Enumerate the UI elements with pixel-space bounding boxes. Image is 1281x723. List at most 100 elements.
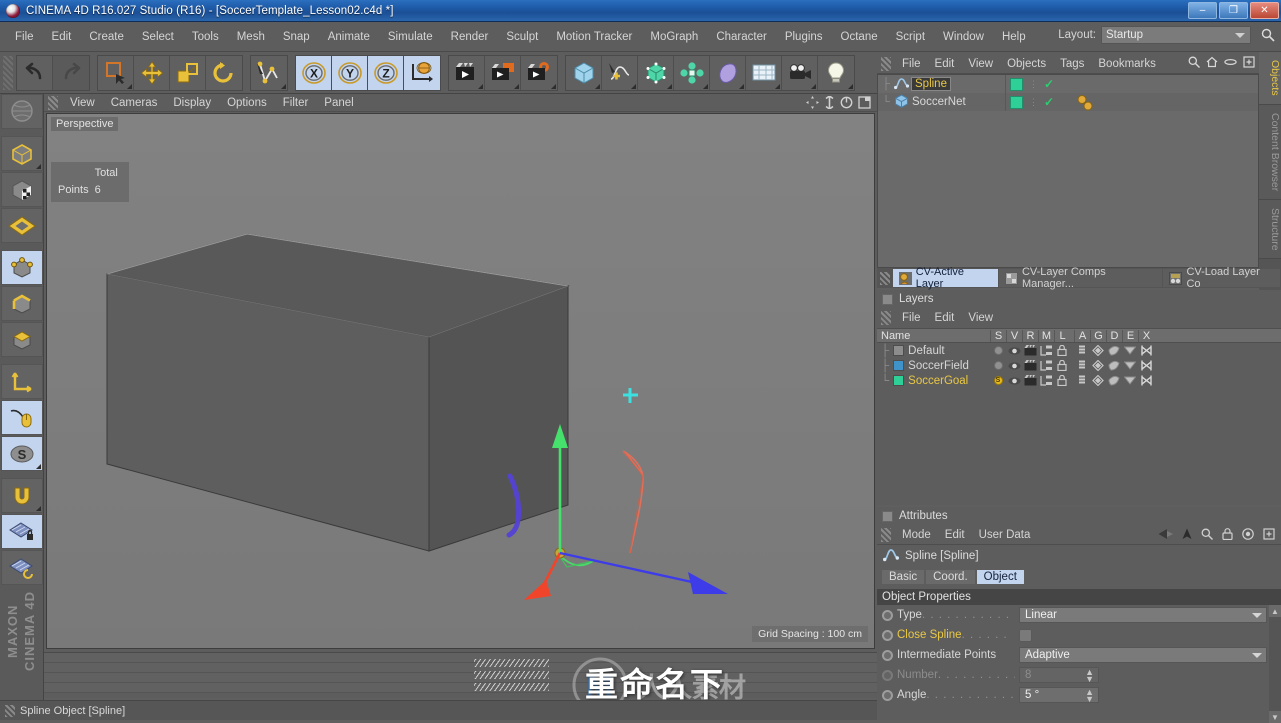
vtab-structure[interactable]: Structure (1259, 199, 1281, 260)
layer-lock-toggle[interactable] (1054, 360, 1070, 371)
target-icon[interactable] (1242, 528, 1254, 543)
attr-menu-edit[interactable]: Edit (938, 527, 972, 543)
search-icon[interactable] (1201, 528, 1213, 543)
new-window-icon[interactable] (1243, 56, 1255, 71)
texture-mode-icon[interactable] (1, 172, 43, 207)
forward-arrow-icon[interactable] (1182, 528, 1192, 543)
layer-visible-toggle[interactable] (1006, 361, 1022, 371)
layers-menu-view[interactable]: View (961, 310, 1000, 326)
menu-mesh[interactable]: Mesh (228, 27, 274, 47)
timeline-track[interactable] (44, 673, 877, 683)
tab-cv-layer-comps-manager[interactable]: CV-Layer Comps Manager... (998, 266, 1163, 290)
light-icon[interactable] (818, 55, 854, 90)
tool-options-corner-icon[interactable] (595, 83, 600, 89)
layer-animation-toggle[interactable] (1074, 360, 1090, 371)
objmgr-menu-file[interactable]: File (895, 56, 928, 72)
viewport-menu-options[interactable]: Options (219, 95, 275, 111)
menu-motion-tracker[interactable]: Motion Tracker (547, 27, 641, 47)
objmgr-menu-bookmarks[interactable]: Bookmarks (1091, 56, 1163, 72)
layer-render-toggle[interactable] (1022, 360, 1038, 371)
objmgr-menu-tags[interactable]: Tags (1053, 56, 1091, 72)
timeline-track[interactable] (44, 663, 877, 673)
scroll-down-icon[interactable]: ▼ (1269, 711, 1281, 723)
attr-tab-coord[interactable]: Coord. (926, 569, 975, 584)
menu-help[interactable]: Help (993, 27, 1035, 47)
render-to-picture-viewer-icon[interactable] (485, 55, 521, 90)
col-s[interactable]: S (990, 329, 1006, 342)
timeline-track[interactable] (44, 653, 877, 663)
tool-options-corner-icon[interactable] (478, 83, 483, 89)
tool-options-corner-icon[interactable] (631, 83, 636, 89)
layer-row-soccergoal[interactable]: └ SoccerGoal S (877, 373, 1281, 388)
layer-xpresso-toggle[interactable] (1138, 360, 1154, 371)
soft-selection-icon[interactable]: S (1, 436, 43, 471)
col-v[interactable]: V (1006, 329, 1022, 342)
tool-options-corner-icon[interactable] (811, 83, 816, 89)
layer-manager-toggle[interactable] (1038, 375, 1054, 386)
enabled-check-icon[interactable]: ✓ (1044, 77, 1054, 91)
edges-mode-icon[interactable] (1, 286, 43, 321)
viewport-menu-cameras[interactable]: Cameras (103, 95, 166, 111)
tool-options-corner-icon[interactable] (775, 83, 780, 89)
layer-lock-toggle[interactable] (1054, 345, 1070, 356)
menu-create[interactable]: Create (80, 27, 133, 47)
menu-octane[interactable]: Octane (832, 27, 887, 47)
tab-cv-load-layer[interactable]: CV-Load Layer Co (1163, 266, 1280, 290)
layer-deformer-toggle[interactable] (1106, 360, 1122, 371)
menu-tools[interactable]: Tools (183, 27, 228, 47)
col-e[interactable]: E (1122, 329, 1138, 342)
layer-render-toggle[interactable] (1022, 345, 1038, 356)
y-axis-icon[interactable]: Y (332, 55, 368, 90)
angle-field[interactable]: 5 ° ▲ ▼ (1019, 687, 1099, 704)
viewport-menu-filter[interactable]: Filter (275, 95, 317, 111)
menu-plugins[interactable]: Plugins (776, 27, 832, 47)
menu-file[interactable]: File (6, 27, 43, 47)
world-coordinate-icon[interactable] (404, 55, 440, 90)
rotate-icon[interactable] (206, 55, 242, 90)
layer-color-swatch[interactable] (893, 345, 905, 356)
close-spline-checkbox[interactable] (1019, 628, 1032, 642)
layer-color-swatch[interactable] (893, 375, 905, 386)
layer-row-soccerfield[interactable]: ├ SoccerField (877, 358, 1281, 373)
tool-options-corner-icon[interactable] (127, 83, 132, 89)
layer-generator-toggle[interactable] (1090, 345, 1106, 356)
layout-dropdown[interactable]: Startup (1101, 26, 1251, 44)
layer-solo-toggle[interactable] (990, 346, 1006, 355)
col-x[interactable]: X (1138, 329, 1154, 342)
layer-animation-toggle[interactable] (1074, 375, 1090, 386)
lock-icon[interactable] (1222, 528, 1233, 543)
layer-visible-toggle[interactable] (1006, 346, 1022, 356)
menu-character[interactable]: Character (707, 27, 776, 47)
col-r[interactable]: R (1022, 329, 1038, 342)
attr-menu-user-data[interactable]: User Data (972, 527, 1038, 543)
layer-generator-toggle[interactable] (1090, 360, 1106, 371)
status-bar-grip[interactable] (5, 704, 15, 717)
dock-tabbar-grip[interactable] (880, 271, 890, 285)
vtab-content-browser[interactable]: Content Browser (1259, 104, 1281, 200)
layer-xpresso-toggle[interactable] (1138, 375, 1154, 386)
model-mode-icon[interactable] (1, 136, 43, 171)
layer-generator-toggle[interactable] (1090, 375, 1106, 386)
timeline-handle[interactable] (474, 671, 549, 679)
move-icon[interactable] (134, 55, 170, 90)
object-manager-tree[interactable]: ├ Spline ⋮ ✓ └ SoccerNet ⋮ ✓ (877, 74, 1259, 268)
animation-track-radio[interactable] (882, 629, 893, 641)
viewport-canvas[interactable]: Y X Z Perspective Total Points 6 Grid Sp… (46, 113, 875, 649)
minimize-button[interactable]: – (1188, 2, 1217, 19)
viewport-menu-view[interactable]: View (62, 95, 103, 111)
viewport-menu-grip[interactable] (48, 95, 58, 110)
intermediate-points-dropdown[interactable]: Adaptive (1019, 647, 1267, 663)
tool-options-corner-icon[interactable] (848, 83, 853, 89)
visibility-dots-icon[interactable]: ⋮ (1029, 97, 1039, 108)
animation-track-radio[interactable] (882, 689, 893, 701)
cube-primitive-icon[interactable] (566, 55, 602, 90)
tool-options-corner-icon[interactable] (739, 83, 744, 89)
workplane-mode-icon[interactable] (1, 208, 43, 243)
layer-expression-toggle[interactable] (1122, 376, 1138, 385)
camera-icon[interactable] (782, 55, 818, 90)
object-name-label[interactable]: SoccerNet (912, 96, 966, 108)
menu-select[interactable]: Select (133, 27, 183, 47)
spline-create-icon[interactable] (602, 55, 638, 90)
objmgr-menu-objects[interactable]: Objects (1000, 56, 1053, 72)
visibility-dots-icon[interactable]: ⋮ (1029, 79, 1039, 90)
